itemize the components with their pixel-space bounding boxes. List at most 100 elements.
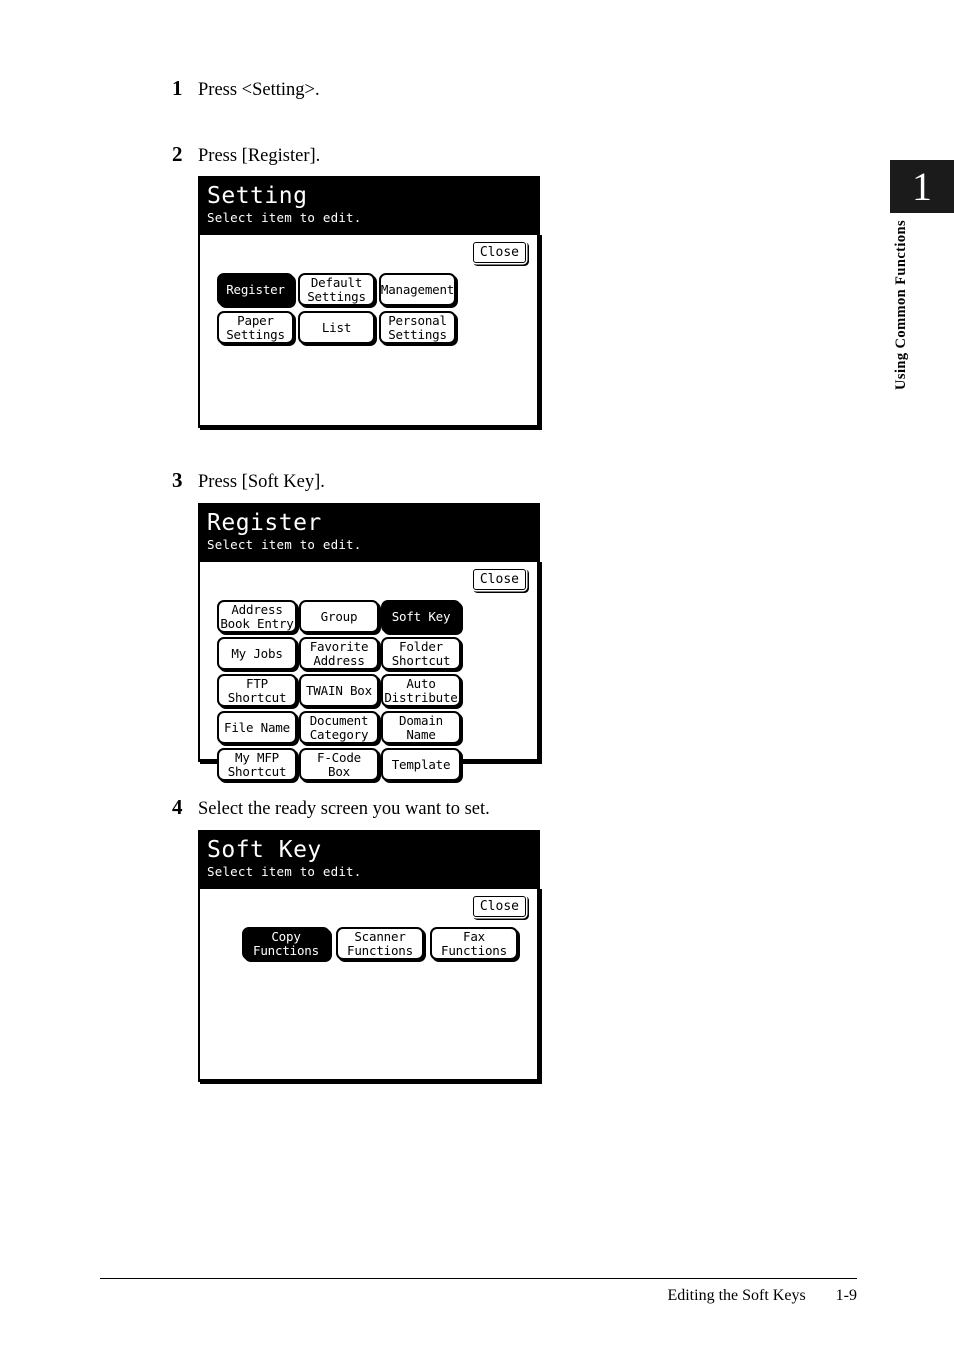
key-label-line1: Register — [226, 281, 285, 297]
key-button[interactable]: Template — [381, 748, 461, 781]
key-label-line2: Shortcut — [391, 652, 451, 668]
key-button[interactable]: Document Category — [299, 711, 379, 744]
key-button[interactable]: Favorite Address — [299, 637, 379, 670]
key-label-line1: Group — [320, 608, 358, 624]
key-label-line1: F-Code — [317, 750, 361, 765]
lcd-body: Close Copy Functions Scanner Functions Fax Fu… — [198, 887, 540, 1082]
key-label-line1: Favorite — [309, 639, 369, 654]
key-button[interactable]: Domain Name — [381, 711, 461, 744]
key-label-line1: Personal — [388, 313, 447, 328]
key-button[interactable]: File Name — [217, 711, 297, 744]
key-label-line2: Functions — [441, 942, 507, 958]
step-2-text: Press [Register]. — [198, 146, 321, 166]
close-button[interactable]: Close — [472, 242, 526, 263]
key-button[interactable]: Management — [379, 273, 456, 306]
key-button[interactable]: Group — [299, 600, 379, 633]
key-label-line1: Domain — [399, 713, 443, 728]
key-button[interactable]: My Jobs — [217, 637, 297, 670]
key-label-line2: Address — [313, 652, 365, 668]
lcd-title: Soft Key — [207, 837, 322, 863]
step-1-number: 1 — [172, 76, 183, 100]
key-label-line2: Shortcut — [227, 689, 287, 705]
key-label-line1: List — [321, 319, 352, 335]
key-label-line1: Fax — [463, 929, 485, 944]
key-button[interactable]: Scanner Functions — [336, 927, 424, 960]
lcd-title: Register — [207, 510, 322, 536]
close-button[interactable]: Close — [472, 896, 526, 917]
key-button[interactable]: Register — [217, 273, 294, 306]
key-button[interactable]: Folder Shortcut — [381, 637, 461, 670]
key-button[interactable]: Default Settings — [298, 273, 375, 306]
key-button[interactable]: Soft Key — [381, 600, 461, 633]
lcd-panel-register: Register Select item to edit. Close Addr… — [198, 503, 540, 781]
step-4-text: Select the ready screen you want to set. — [198, 799, 490, 819]
footer-title: Editing the Soft Keys — [667, 1287, 806, 1304]
lcd-subtitle: Select item to edit. — [207, 537, 362, 552]
key-label-line2: Shortcut — [227, 763, 287, 779]
document-page: 1 Using Common Functions 1 Press <Settin… — [0, 0, 954, 1348]
key-label-line2: Functions — [347, 942, 413, 958]
chapter-label: Using Common Functions — [888, 220, 914, 460]
key-label-line1: Soft Key — [391, 608, 451, 624]
key-button[interactable]: My MFP Shortcut — [217, 748, 297, 781]
lcd-subtitle: Select item to edit. — [207, 210, 362, 225]
chapter-tab: 1 — [890, 160, 954, 213]
step-2: 2 Press [Register]. — [172, 142, 320, 167]
chapter-label-text: Using Common Functions — [892, 220, 909, 390]
key-button[interactable]: List — [298, 311, 375, 344]
close-row: Close — [208, 896, 529, 919]
key-button[interactable]: Auto Distribute — [381, 674, 461, 707]
key-label-line2: Settings — [307, 288, 366, 304]
key-label-line1: Copy — [271, 929, 301, 944]
step-2-number: 2 — [172, 142, 183, 166]
chapter-number: 1 — [912, 163, 932, 209]
lcd-header: Soft Key Select item to edit. — [198, 830, 540, 887]
step-4-number: 4 — [172, 795, 183, 819]
footer-rule — [100, 1278, 857, 1279]
close-row: Close — [208, 569, 529, 592]
key-label-line2: Category — [309, 726, 369, 742]
key-grid: Address Book Entry Group Soft Key My Jobs Fav… — [208, 600, 529, 781]
lcd-title: Setting — [207, 183, 308, 209]
key-label-line1: File Name — [224, 719, 290, 735]
key-button[interactable]: FTP Shortcut — [217, 674, 297, 707]
step-3: 3 Press [Soft Key]. — [172, 468, 325, 493]
key-label-line2: Functions — [253, 942, 319, 958]
key-label-line1: Address — [231, 602, 283, 617]
key-label-line1: My MFP — [235, 750, 279, 765]
key-button[interactable]: Personal Settings — [379, 311, 456, 344]
key-label-line1: Paper — [237, 313, 274, 328]
lcd-subtitle: Select item to edit. — [207, 864, 362, 879]
key-button[interactable]: Address Book Entry — [217, 600, 297, 633]
key-label-line1: TWAIN Box — [306, 682, 372, 698]
lcd-body: Close Register Default Settings Management P… — [198, 233, 540, 428]
key-label-line1: Auto — [406, 676, 436, 691]
lcd-panel-soft-key: Soft Key Select item to edit. Close Copy… — [198, 830, 540, 1082]
key-button[interactable]: F-Code Box — [299, 748, 379, 781]
key-label-line1: Folder — [399, 639, 443, 654]
key-label-line2: Settings — [388, 326, 447, 342]
footer-page-number: 1-9 — [835, 1287, 857, 1304]
step-1-text: Press <Setting>. — [198, 80, 320, 100]
step-3-text: Press [Soft Key]. — [198, 472, 325, 492]
step-4: 4 Select the ready screen you want to se… — [172, 795, 490, 820]
key-label-line1: Scanner — [354, 929, 406, 944]
step-1: 1 Press <Setting>. — [172, 76, 320, 101]
lcd-header: Register Select item to edit. — [198, 503, 540, 560]
close-button[interactable]: Close — [472, 569, 526, 590]
step-3-number: 3 — [172, 468, 183, 492]
lcd-panel-setting: Setting Select item to edit. Close Regis… — [198, 176, 540, 428]
key-label-line1: Template — [391, 756, 451, 772]
lcd-body: Close Address Book Entry Group Soft Key My J… — [198, 560, 540, 781]
key-button[interactable]: Copy Functions — [242, 927, 330, 960]
key-label-line1: Document — [309, 713, 369, 728]
key-button[interactable]: Fax Functions — [430, 927, 518, 960]
close-row: Close — [208, 242, 529, 265]
key-label-line1: FTP — [246, 676, 268, 691]
key-button[interactable]: Paper Settings — [217, 311, 294, 344]
lcd-header: Setting Select item to edit. — [198, 176, 540, 233]
key-button[interactable]: TWAIN Box — [299, 674, 379, 707]
key-label-line2: Box — [328, 763, 350, 779]
key-label-line2: Book Entry — [220, 615, 294, 631]
key-label-line2: Name — [406, 726, 436, 742]
